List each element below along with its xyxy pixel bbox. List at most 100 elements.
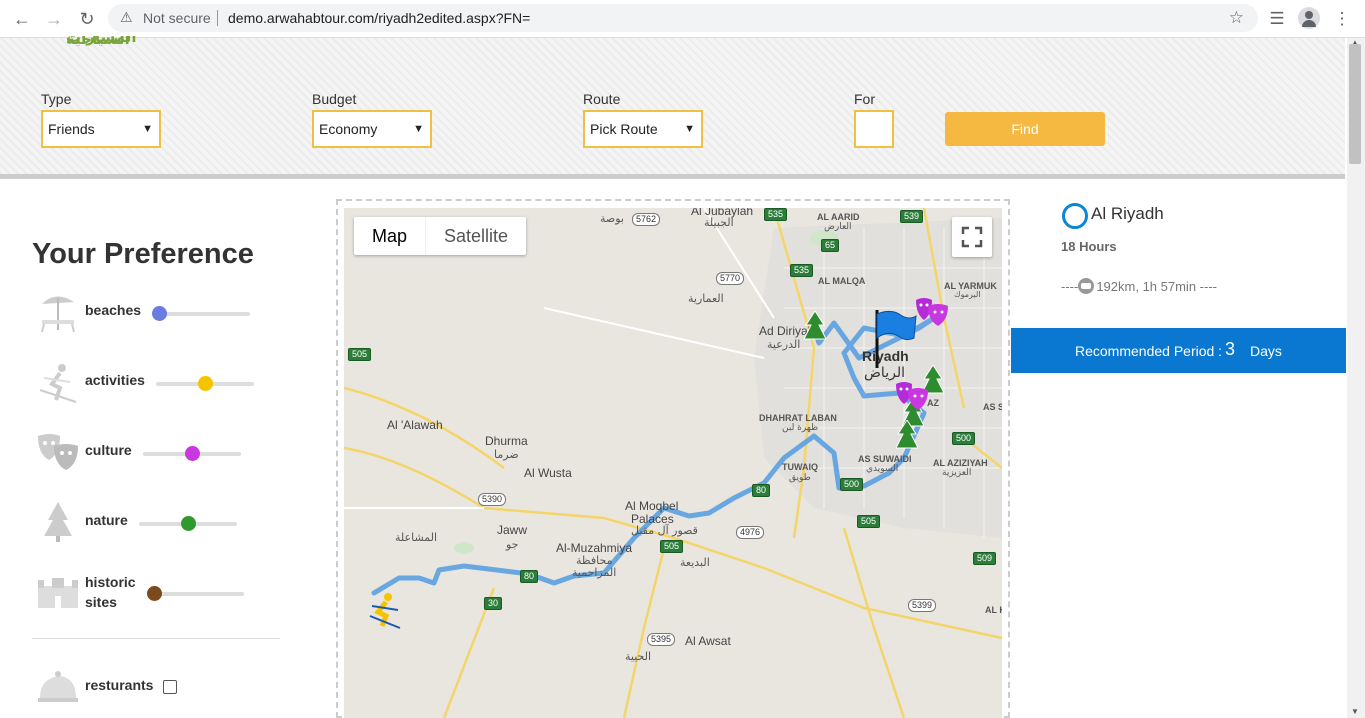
beaches-slider-knob[interactable] <box>152 306 167 321</box>
road-shield: 535 <box>790 264 814 277</box>
type-select[interactable]: Friends ▼ <box>41 110 161 148</box>
security-label[interactable]: Not secure <box>143 10 211 26</box>
activity-marker-icon[interactable] <box>368 592 402 630</box>
media-icon[interactable]: ☰ <box>1266 8 1288 30</box>
beach-umbrella-icon <box>41 296 75 333</box>
destination-flag-icon[interactable] <box>872 308 918 370</box>
satellite-tab[interactable]: Satellite <box>426 217 526 255</box>
castle-icon <box>38 578 78 608</box>
map-label-yarmuk-ar: اليرموك <box>954 290 981 299</box>
restaurants-checkbox[interactable] <box>163 680 177 694</box>
map-label-dhahrat: DHAHRAT LABAN <box>759 413 837 423</box>
road-shield: 5395 <box>647 633 676 646</box>
preference-label: activities <box>85 372 145 388</box>
map-label-alawah: Al 'Alawah <box>387 418 443 432</box>
road-shield: 539 <box>900 210 924 223</box>
skier-icon <box>39 364 77 403</box>
restaurants-label: resturants <box>85 677 154 693</box>
nature-marker-icon[interactable] <box>804 311 826 343</box>
preference-historic-sites: historic sites <box>36 572 296 626</box>
map-label-jubaylah-ar: الجبيلة <box>704 216 734 229</box>
food-cloche-icon <box>38 671 78 702</box>
map-label-aziziyah-ar: العزيزية <box>942 468 972 478</box>
preference-label-line1: historic <box>85 574 136 590</box>
map-label-muzahmiya-ar2: المزاحمية <box>572 566 617 579</box>
preference-activities: activities <box>36 360 296 414</box>
star-icon[interactable]: ☆ <box>1229 8 1244 28</box>
page-scrollbar[interactable]: ▲ ▼ <box>1347 38 1365 718</box>
map-label-busa: بوصة <box>600 212 624 225</box>
budget-select[interactable]: Economy ▼ <box>312 110 432 148</box>
map-label-jaww: Jaww <box>497 523 528 537</box>
historic-sites-slider-knob[interactable] <box>147 586 162 601</box>
culture-marker-icon[interactable] <box>894 380 930 410</box>
fullscreen-icon <box>961 226 983 248</box>
map-label-suwaidi: AS SUWAIDI <box>858 454 912 464</box>
road-shield: 80 <box>752 484 771 497</box>
activities-slider-knob[interactable] <box>198 376 213 391</box>
map-label-aarid: AL AARID <box>817 212 860 222</box>
historic-sites-slider[interactable] <box>154 592 244 596</box>
route-label: Route <box>583 91 621 107</box>
header-divider <box>0 174 1345 179</box>
budget-select-value: Economy <box>319 121 378 137</box>
profile-icon[interactable] <box>1298 7 1320 29</box>
road-shield: 509 <box>973 552 997 565</box>
route-prefix: ---- <box>1061 279 1079 294</box>
road-shield: 505 <box>857 515 881 528</box>
chevron-down-icon: ▼ <box>142 123 153 135</box>
chevron-down-icon: ▼ <box>413 123 424 135</box>
url-text[interactable]: demo.arwahabtour.com/riyadh2edited.aspx?… <box>228 10 530 26</box>
map-label-wusta: Al Wusta <box>524 466 572 480</box>
map-label-tuwaiq: TUWAIQ <box>782 462 818 472</box>
preference-culture: culture <box>36 430 296 484</box>
road-shield: 4976 <box>736 526 765 539</box>
map-label-dhurma-ar: ضرما <box>494 448 519 461</box>
map-label-ammariyah: العمارية <box>688 292 724 305</box>
address-bar[interactable]: ⚠ Not secure demo.arwahabtour.com/riyadh… <box>108 4 1258 32</box>
road-shield: 30 <box>484 597 503 610</box>
warning-icon[interactable]: ⚠ <box>120 9 133 26</box>
recommended-period-bar: Recommended Period : 3 Days <box>1011 328 1346 373</box>
logo: المسارات السياحية <box>66 36 137 46</box>
map-label-moqbel-1: Al Moqbel <box>625 499 679 513</box>
map-label-hayah: الحيية <box>625 650 652 663</box>
culture-slider-knob[interactable] <box>185 446 200 461</box>
map-tab[interactable]: Map <box>354 217 427 255</box>
preference-nature: nature <box>36 500 296 554</box>
map-view[interactable]: بوصة Al Jubaylah الجبيلة AL AARID العارض… <box>344 208 1002 718</box>
type-select-value: Friends <box>48 121 95 137</box>
preference-beaches: beaches <box>36 290 296 344</box>
for-input[interactable] <box>854 110 894 148</box>
back-icon[interactable]: ← <box>12 9 32 29</box>
recommended-unit: Days <box>1250 343 1282 359</box>
preference-label: nature <box>85 512 128 528</box>
car-icon <box>1078 278 1095 294</box>
beaches-slider[interactable] <box>159 312 250 316</box>
culture-marker-icon[interactable] <box>914 296 950 326</box>
city-name: Al Riyadh <box>1091 204 1164 223</box>
menu-icon[interactable]: ⋮ <box>1331 8 1353 30</box>
map-label-aarid-ar: العارض <box>824 222 852 232</box>
address-separator <box>217 10 218 26</box>
route-distance: 192km, 1h 57min ---- <box>1096 279 1217 294</box>
map-label-as-s: AS S <box>983 402 1002 412</box>
search-header: المسارات السياحية <box>0 36 1345 174</box>
forward-icon[interactable]: → <box>44 9 64 29</box>
nature-slider-knob[interactable] <box>181 516 196 531</box>
map-label-malqa: AL MALQA <box>818 276 866 286</box>
map-label-moqbel-ar: قصور آل مقبل <box>631 524 698 537</box>
route-select[interactable]: Pick Route ▼ <box>583 110 703 148</box>
map-label-mashalah: المشاعلة <box>395 531 438 544</box>
fullscreen-button[interactable] <box>952 217 992 257</box>
scroll-down-icon[interactable]: ▼ <box>1351 707 1359 716</box>
budget-label: Budget <box>312 91 357 107</box>
find-button[interactable]: Find <box>945 112 1105 146</box>
road-shield: 535 <box>764 208 788 221</box>
reload-icon[interactable]: ↻ <box>77 9 97 29</box>
scrollbar-thumb[interactable] <box>1349 44 1361 164</box>
road-shield: 5770 <box>716 272 745 285</box>
type-label: Type <box>41 91 72 107</box>
tree-icon <box>44 502 72 542</box>
nature-marker-icon[interactable] <box>896 420 918 452</box>
